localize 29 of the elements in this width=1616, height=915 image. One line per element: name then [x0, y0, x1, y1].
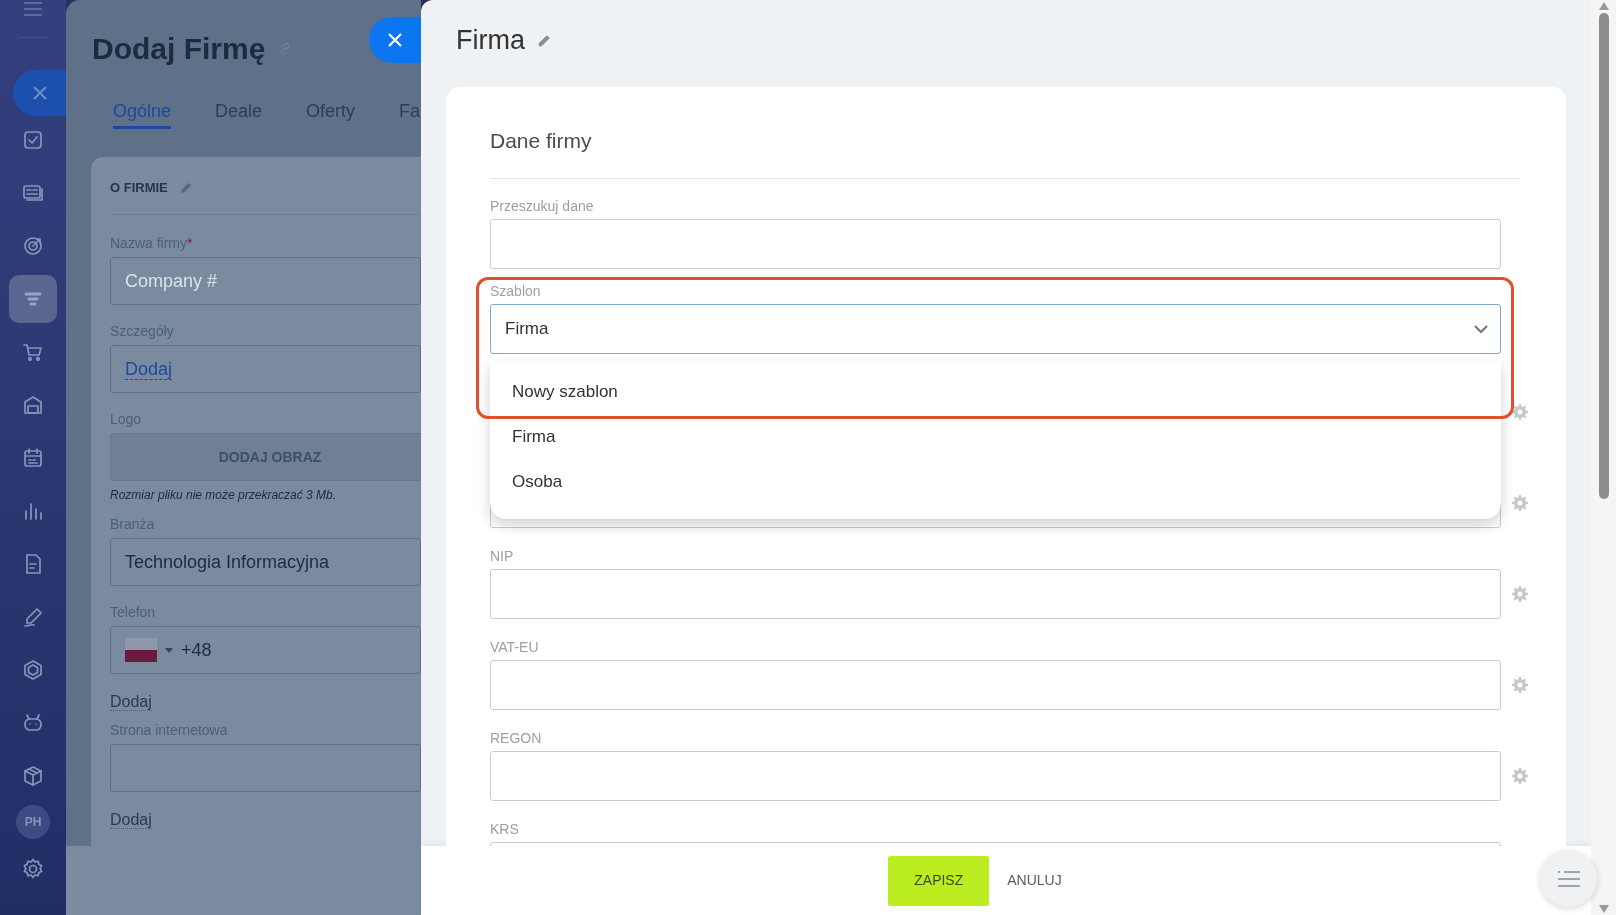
required-mark: * [187, 234, 193, 249]
dropdown-option[interactable]: Osoba [490, 459, 1501, 504]
field-label: NIP [490, 547, 515, 562]
field-label: Szablon [490, 282, 542, 297]
add-link[interactable]: Dodaj [110, 811, 152, 829]
slider-title: Firma [456, 24, 525, 58]
input-field[interactable]: Technologia Informacyjna [110, 538, 421, 586]
dropdown-option[interactable]: Nowy szablon [490, 369, 1501, 414]
field-value: +48 [181, 638, 212, 662]
field-label: REGON [490, 729, 543, 744]
phone-field[interactable]: +48 [110, 626, 421, 674]
section-title: Dane firmy [490, 128, 593, 153]
add-link[interactable]: Dodaj [125, 358, 173, 380]
file-size-note: Rozmiar pliku nie może przekraczać 3 Mb. [110, 487, 338, 504]
select-value: Firma [505, 318, 549, 341]
avatar[interactable]: PH [16, 805, 50, 839]
save-button[interactable]: ZAPISZ [888, 855, 990, 906]
section-title: O FIRMIE [110, 179, 168, 198]
add-link[interactable]: Dodaj [110, 693, 152, 711]
field-placeholder: Company # [125, 269, 218, 293]
cancel-button[interactable]: ANULUJ [1005, 855, 1064, 906]
input-field[interactable]: Company # [110, 257, 421, 305]
field-label: Przeszukuj dane [490, 197, 595, 212]
field-value: Technologia Informacyjna [125, 550, 330, 574]
dropdown-option[interactable]: Firma [490, 414, 1501, 459]
field-label: VAT-EU [490, 638, 540, 653]
panel-title: Dodaj Firmę [92, 31, 266, 67]
template-select[interactable]: Firma [490, 304, 1501, 354]
field-label: KRS [490, 820, 520, 835]
